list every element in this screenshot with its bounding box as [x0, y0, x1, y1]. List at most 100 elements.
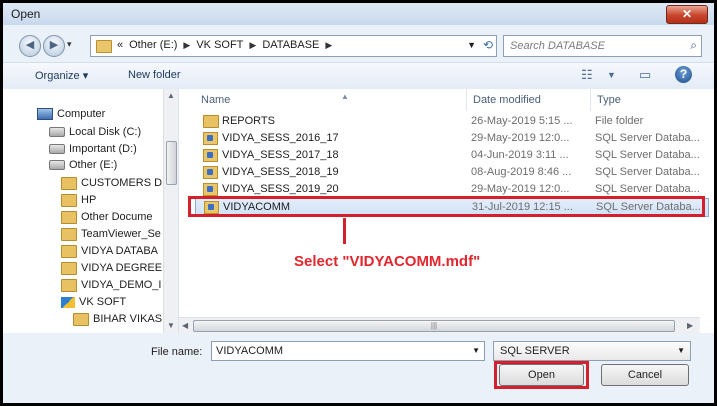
file-list-scrollbar[interactable]: ◀ ||| ▶: [179, 317, 700, 334]
database-file-icon: [203, 132, 218, 145]
column-header-date[interactable]: Date modified: [467, 89, 591, 111]
nav-item-hp[interactable]: HP: [61, 191, 96, 209]
sort-ascending-icon: ▲: [341, 92, 349, 101]
search-icon[interactable]: ⌕: [690, 38, 697, 53]
nav-item-bihar-vikas[interactable]: BIHAR VIKAS: [73, 310, 162, 328]
nav-item-label: VIDYA DEGREE: [81, 262, 163, 274]
help-icon[interactable]: ?: [675, 66, 692, 83]
folder-icon: [96, 40, 112, 53]
table-row[interactable]: VIDYA_SESS_2017_18 04-Jun-2019 3:11 ... …: [195, 147, 707, 164]
close-button[interactable]: ✕: [666, 5, 708, 24]
nav-item-label: TeamViewer_Se: [81, 228, 161, 240]
new-folder-button[interactable]: New folder: [128, 69, 181, 81]
nav-item-label: CUSTOMERS D: [81, 177, 163, 189]
file-name: VIDYA_SESS_2019_20: [222, 183, 339, 195]
file-type: File folder: [595, 115, 644, 127]
preview-pane-icon[interactable]: ▭: [639, 67, 651, 83]
nav-item-vidya-database[interactable]: VIDYA DATABA: [61, 242, 158, 260]
drive-icon: [49, 127, 65, 137]
file-type: SQL Server Databa...: [595, 132, 700, 144]
file-type: SQL Server Databa...: [595, 149, 700, 161]
column-header-label: Type: [597, 94, 621, 106]
address-bar[interactable]: « Other (E:) ▶ VK SOFT ▶ DATABASE ▶ ▼ ⟲: [90, 35, 497, 57]
chevron-down-icon[interactable]: ▼: [472, 346, 480, 355]
nav-item-label: Important (D:): [69, 143, 137, 155]
view-options-icon[interactable]: ☷: [581, 67, 593, 83]
cancel-button[interactable]: Cancel: [601, 364, 689, 386]
organize-button[interactable]: Organize ▾: [35, 69, 88, 82]
forward-button[interactable]: ▶: [43, 35, 65, 57]
chevron-right-icon[interactable]: ▶: [325, 40, 332, 51]
search-input[interactable]: Search DATABASE ⌕: [503, 35, 702, 57]
folder-icon: [61, 244, 77, 258]
folder-icon: [61, 210, 77, 224]
drive-icon: [49, 160, 65, 170]
nav-item-label: HP: [81, 194, 97, 206]
open-button[interactable]: Open: [499, 364, 584, 386]
breadcrumb: « Other (E:) ▶ VK SOFT ▶ DATABASE ▶: [117, 39, 332, 51]
nav-item-local-disk-c[interactable]: Local Disk (C:): [49, 123, 141, 141]
address-row: ◀ ▶ ▾ « Other (E:) ▶ VK SOFT ▶ DATABASE …: [3, 29, 714, 57]
file-date: 29-May-2019 12:0...: [471, 183, 570, 195]
file-list-scroll-thumb[interactable]: |||: [193, 320, 675, 332]
address-dropdown-icon[interactable]: ▼: [467, 40, 476, 50]
nav-item-vidya-demo[interactable]: VIDYA_DEMO_I: [61, 276, 162, 294]
database-file-icon: [203, 183, 218, 196]
file-type: SQL Server Databa...: [595, 183, 700, 195]
column-header-name[interactable]: Name ▲: [195, 89, 467, 111]
scroll-down-icon[interactable]: ▼: [167, 321, 175, 330]
nav-item-other-documents[interactable]: Other Docume: [61, 208, 153, 226]
open-dialog: Open ✕ ◀ ▶ ▾ « Other (E:) ▶ VK SOFT ▶ DA…: [0, 0, 717, 406]
file-date: 29-May-2019 12:0...: [471, 132, 570, 144]
breadcrumb-item[interactable]: Other (E:): [129, 39, 177, 51]
nav-item-label: VK SOFT: [79, 296, 127, 308]
column-header-type[interactable]: Type: [591, 89, 714, 111]
back-button[interactable]: ◀: [19, 35, 41, 57]
annotation-text: Select "VIDYACOMM.mdf": [294, 253, 481, 270]
nav-item-computer[interactable]: Computer: [37, 105, 105, 123]
drive-icon: [49, 144, 65, 154]
highlight-box: [188, 196, 705, 217]
folder-icon: [61, 278, 77, 292]
nav-item-vidya-degree[interactable]: VIDYA DEGREE: [61, 259, 162, 277]
folder-icon: [203, 115, 219, 128]
navigation-pane: Computer Local Disk (C:) Important (D:) …: [3, 89, 179, 333]
nav-scrollbar[interactable]: ▲ ▼: [163, 89, 178, 333]
table-row[interactable]: VIDYA_SESS_2016_17 29-May-2019 12:0... S…: [195, 130, 707, 147]
nav-item-label: VIDYA_DEMO_I: [81, 279, 162, 291]
chevron-right-icon[interactable]: ▶: [249, 40, 256, 51]
search-placeholder: Search DATABASE: [510, 40, 605, 52]
command-toolbar: Organize ▾ New folder ☷ ▼ ▭ ?: [3, 62, 714, 90]
file-name: VIDYA_SESS_2016_17: [222, 132, 339, 144]
nav-item-label: VIDYA DATABA: [81, 245, 159, 257]
nav-scroll-thumb[interactable]: [166, 141, 177, 185]
nav-item-other-e[interactable]: Other (E:): [49, 156, 117, 174]
table-row[interactable]: VIDYA_SESS_2018_19 08-Aug-2019 8:46 ... …: [195, 164, 707, 181]
folder-icon: [61, 261, 77, 275]
file-name-input[interactable]: VIDYACOMM ▼: [211, 341, 485, 361]
folder-icon: [61, 193, 77, 207]
refresh-icon[interactable]: ⟲: [483, 38, 493, 52]
scroll-up-icon[interactable]: ▲: [167, 91, 175, 100]
chevron-down-icon: ▼: [677, 346, 685, 355]
nav-item-label: Local Disk (C:): [69, 126, 142, 138]
nav-item-teamviewer[interactable]: TeamViewer_Se: [61, 225, 161, 243]
nav-item-customers[interactable]: CUSTOMERS D: [61, 174, 162, 192]
window-title: Open: [11, 7, 41, 21]
breadcrumb-item[interactable]: VK SOFT: [196, 39, 243, 51]
folder-icon: [73, 312, 89, 326]
column-header-label: Date modified: [473, 94, 541, 106]
file-type-select[interactable]: SQL SERVER ▼: [493, 341, 691, 361]
scroll-right-icon[interactable]: ▶: [687, 321, 693, 330]
breadcrumb-overflow[interactable]: «: [117, 39, 123, 51]
folder-icon: [61, 176, 77, 190]
computer-icon: [37, 108, 53, 120]
nav-item-vk-soft[interactable]: VK SOFT: [61, 293, 126, 311]
table-row[interactable]: REPORTS 26-May-2019 5:15 ... File folder: [195, 113, 707, 130]
history-dropdown-icon[interactable]: ▾: [67, 39, 72, 50]
scroll-left-icon[interactable]: ◀: [182, 321, 188, 330]
chevron-down-icon[interactable]: ▼: [607, 70, 616, 80]
chevron-right-icon[interactable]: ▶: [183, 40, 190, 51]
breadcrumb-item[interactable]: DATABASE: [262, 39, 319, 51]
database-file-icon: [203, 166, 218, 179]
